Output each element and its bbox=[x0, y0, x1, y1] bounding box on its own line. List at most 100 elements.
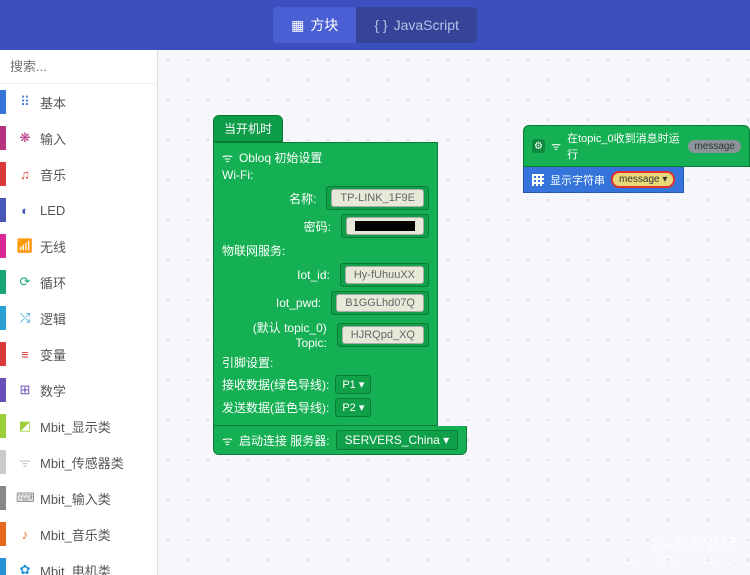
category-color-bar bbox=[0, 306, 6, 330]
wifi-name-label: 名称: bbox=[222, 190, 320, 207]
category-icon: ♫ bbox=[16, 167, 34, 182]
category-item-11[interactable]: ⌨ Mbit_输入类 bbox=[0, 480, 157, 516]
tab-javascript[interactable]: { } JavaScript bbox=[356, 7, 477, 43]
show-string-block[interactable]: 显示字符串 message ▾ bbox=[523, 167, 684, 193]
category-label: Mbit_音乐类 bbox=[40, 525, 111, 544]
pin-section-label: 引脚设置: bbox=[222, 352, 429, 373]
category-item-0[interactable]: ⠿ 基本 bbox=[0, 84, 157, 120]
category-color-bar bbox=[0, 522, 6, 546]
category-item-9[interactable]: ◩ Mbit_显示类 bbox=[0, 408, 157, 444]
gear-icon[interactable]: ⚙ bbox=[532, 139, 545, 153]
blocks-workspace[interactable]: 当开机时 ᯤ Obloq 初始设置 Wi-Fi: 名称: TP-LINK_1F9… bbox=[158, 50, 750, 575]
category-label: 基本 bbox=[40, 93, 66, 112]
category-icon: ⊞ bbox=[16, 382, 34, 398]
iot-pwd-label: Iot_pwd: bbox=[222, 296, 325, 310]
wifi-pwd-value[interactable] bbox=[346, 217, 424, 235]
category-label: 无线 bbox=[40, 237, 66, 256]
obloq-connect-block[interactable]: ᯤ 启动连接 服务器: SERVERS_China ▾ bbox=[213, 426, 467, 455]
watermark: DF创客社区 www.DFRobot.com.cn bbox=[629, 531, 738, 567]
category-icon: ❋ bbox=[16, 130, 34, 146]
category-label: Mbit_显示类 bbox=[40, 417, 111, 436]
tab-js-label: JavaScript bbox=[394, 17, 459, 33]
category-label: Mbit_输入类 bbox=[40, 489, 111, 508]
category-color-bar bbox=[0, 378, 6, 402]
iot-section-label: 物联网服务: bbox=[222, 240, 429, 261]
wifi-icon: ᯤ bbox=[551, 139, 561, 154]
category-label: 循环 bbox=[40, 273, 66, 292]
category-sidebar: ⌕ ⠿ 基本 ❋输入 ♫ 音乐 ◐ LED 📶 无线 ⟳ 循环 ⤭ 逻辑 ≡ 变量 ⊞数学 ◩ Mbit_显示类 ᯤ… bbox=[0, 50, 158, 575]
category-icon: ◩ bbox=[16, 418, 34, 434]
search-row: ⌕ bbox=[0, 50, 157, 84]
message-param[interactable]: message bbox=[688, 140, 741, 153]
iot-id-value[interactable]: Hy-fUhuuXX bbox=[345, 266, 424, 284]
watermark-title: DF创客社区 bbox=[629, 531, 738, 555]
category-item-4[interactable]: 📶 无线 bbox=[0, 228, 157, 264]
rx-label: 接收数据(绿色导线): bbox=[222, 376, 329, 393]
category-label: Mbit_电机类 bbox=[40, 561, 111, 575]
category-icon: ⟳ bbox=[16, 274, 34, 290]
category-icon: ⌨ bbox=[16, 490, 34, 506]
js-icon: { } bbox=[374, 17, 387, 33]
on-start-block[interactable]: 当开机时 bbox=[213, 115, 283, 142]
category-icon: ≡ bbox=[16, 347, 34, 362]
search-input[interactable] bbox=[10, 59, 158, 74]
wifi-name-value[interactable]: TP-LINK_1F9E bbox=[331, 189, 424, 207]
category-icon: ✿ bbox=[16, 562, 34, 575]
category-label: Mbit_传感器类 bbox=[40, 453, 124, 472]
wifi-section-label: Wi-Fi: bbox=[222, 166, 429, 184]
category-item-7[interactable]: ≡ 变量 bbox=[0, 336, 157, 372]
category-icon: ⤭ bbox=[16, 310, 34, 326]
category-item-3[interactable]: ◐ LED bbox=[0, 192, 157, 228]
category-color-bar bbox=[0, 126, 6, 150]
category-color-bar bbox=[0, 486, 6, 510]
category-item-8[interactable]: ⊞数学 bbox=[0, 372, 157, 408]
category-item-5[interactable]: ⟳ 循环 bbox=[0, 264, 157, 300]
category-color-bar bbox=[0, 270, 6, 294]
connect-label: 启动连接 服务器: bbox=[239, 432, 330, 449]
category-icon: ◐ bbox=[16, 203, 34, 218]
category-item-2[interactable]: ♫ 音乐 bbox=[0, 156, 157, 192]
category-item-10[interactable]: ᯤ Mbit_传感器类 bbox=[0, 444, 157, 480]
iot-pwd-value[interactable]: B1GGLhd07Q bbox=[336, 294, 424, 312]
category-color-bar bbox=[0, 450, 6, 474]
category-label: 音乐 bbox=[40, 165, 66, 184]
tx-pin-dropdown[interactable]: P2 ▾ bbox=[335, 398, 371, 417]
server-dropdown[interactable]: SERVERS_China ▾ bbox=[336, 430, 459, 450]
category-color-bar bbox=[0, 234, 6, 258]
topic-receive-label: 在topic_0收到消息时运行 bbox=[567, 130, 682, 162]
wifi-icon: ᯤ bbox=[222, 432, 233, 449]
category-icon: ♪ bbox=[16, 527, 34, 542]
tab-blocks-label: 方块 bbox=[310, 15, 338, 35]
category-item-6[interactable]: ⤭ 逻辑 bbox=[0, 300, 157, 336]
category-label: 逻辑 bbox=[40, 309, 66, 328]
message-var-dropdown[interactable]: message ▾ bbox=[611, 171, 675, 188]
topic-receive-group[interactable]: ⚙ ᯤ 在topic_0收到消息时运行 message 显示字符串 messag… bbox=[523, 125, 750, 193]
category-label: 变量 bbox=[40, 345, 66, 364]
category-item-13[interactable]: ✿ Mbit_电机类 bbox=[0, 552, 157, 575]
grid-icon bbox=[532, 174, 544, 186]
category-label: LED bbox=[40, 203, 65, 218]
category-icon: ⠿ bbox=[16, 94, 34, 110]
obloq-init-block[interactable]: ᯤ Obloq 初始设置 Wi-Fi: 名称: TP-LINK_1F9E 密码:… bbox=[213, 142, 438, 426]
category-color-bar bbox=[0, 198, 6, 222]
obloq-init-title: Obloq 初始设置 bbox=[239, 149, 322, 166]
category-color-bar bbox=[0, 558, 6, 575]
category-color-bar bbox=[0, 342, 6, 366]
topic-value[interactable]: HJRQpd_XQ bbox=[342, 326, 424, 344]
startup-block-group[interactable]: 当开机时 ᯤ Obloq 初始设置 Wi-Fi: 名称: TP-LINK_1F9… bbox=[213, 115, 467, 455]
rx-pin-dropdown[interactable]: P1 ▾ bbox=[335, 375, 371, 394]
category-icon: 📶 bbox=[16, 238, 34, 254]
mode-tabs: ▦ 方块 { } JavaScript bbox=[273, 7, 477, 43]
wifi-icon: ᯤ bbox=[222, 149, 233, 166]
category-item-12[interactable]: ♪ Mbit_音乐类 bbox=[0, 516, 157, 552]
category-color-bar bbox=[0, 162, 6, 186]
on-topic-receive-block[interactable]: ⚙ ᯤ 在topic_0收到消息时运行 message bbox=[523, 125, 750, 167]
watermark-url: www.DFRobot.com.cn bbox=[629, 555, 738, 567]
category-icon: ᯤ bbox=[16, 453, 34, 471]
tx-label: 发送数据(蓝色导线): bbox=[222, 399, 329, 416]
show-string-label: 显示字符串 bbox=[550, 172, 605, 188]
wifi-pwd-label: 密码: bbox=[222, 218, 335, 235]
iot-id-label: Iot_id: bbox=[222, 268, 334, 282]
tab-blocks[interactable]: ▦ 方块 bbox=[273, 7, 356, 43]
category-item-1[interactable]: ❋输入 bbox=[0, 120, 157, 156]
